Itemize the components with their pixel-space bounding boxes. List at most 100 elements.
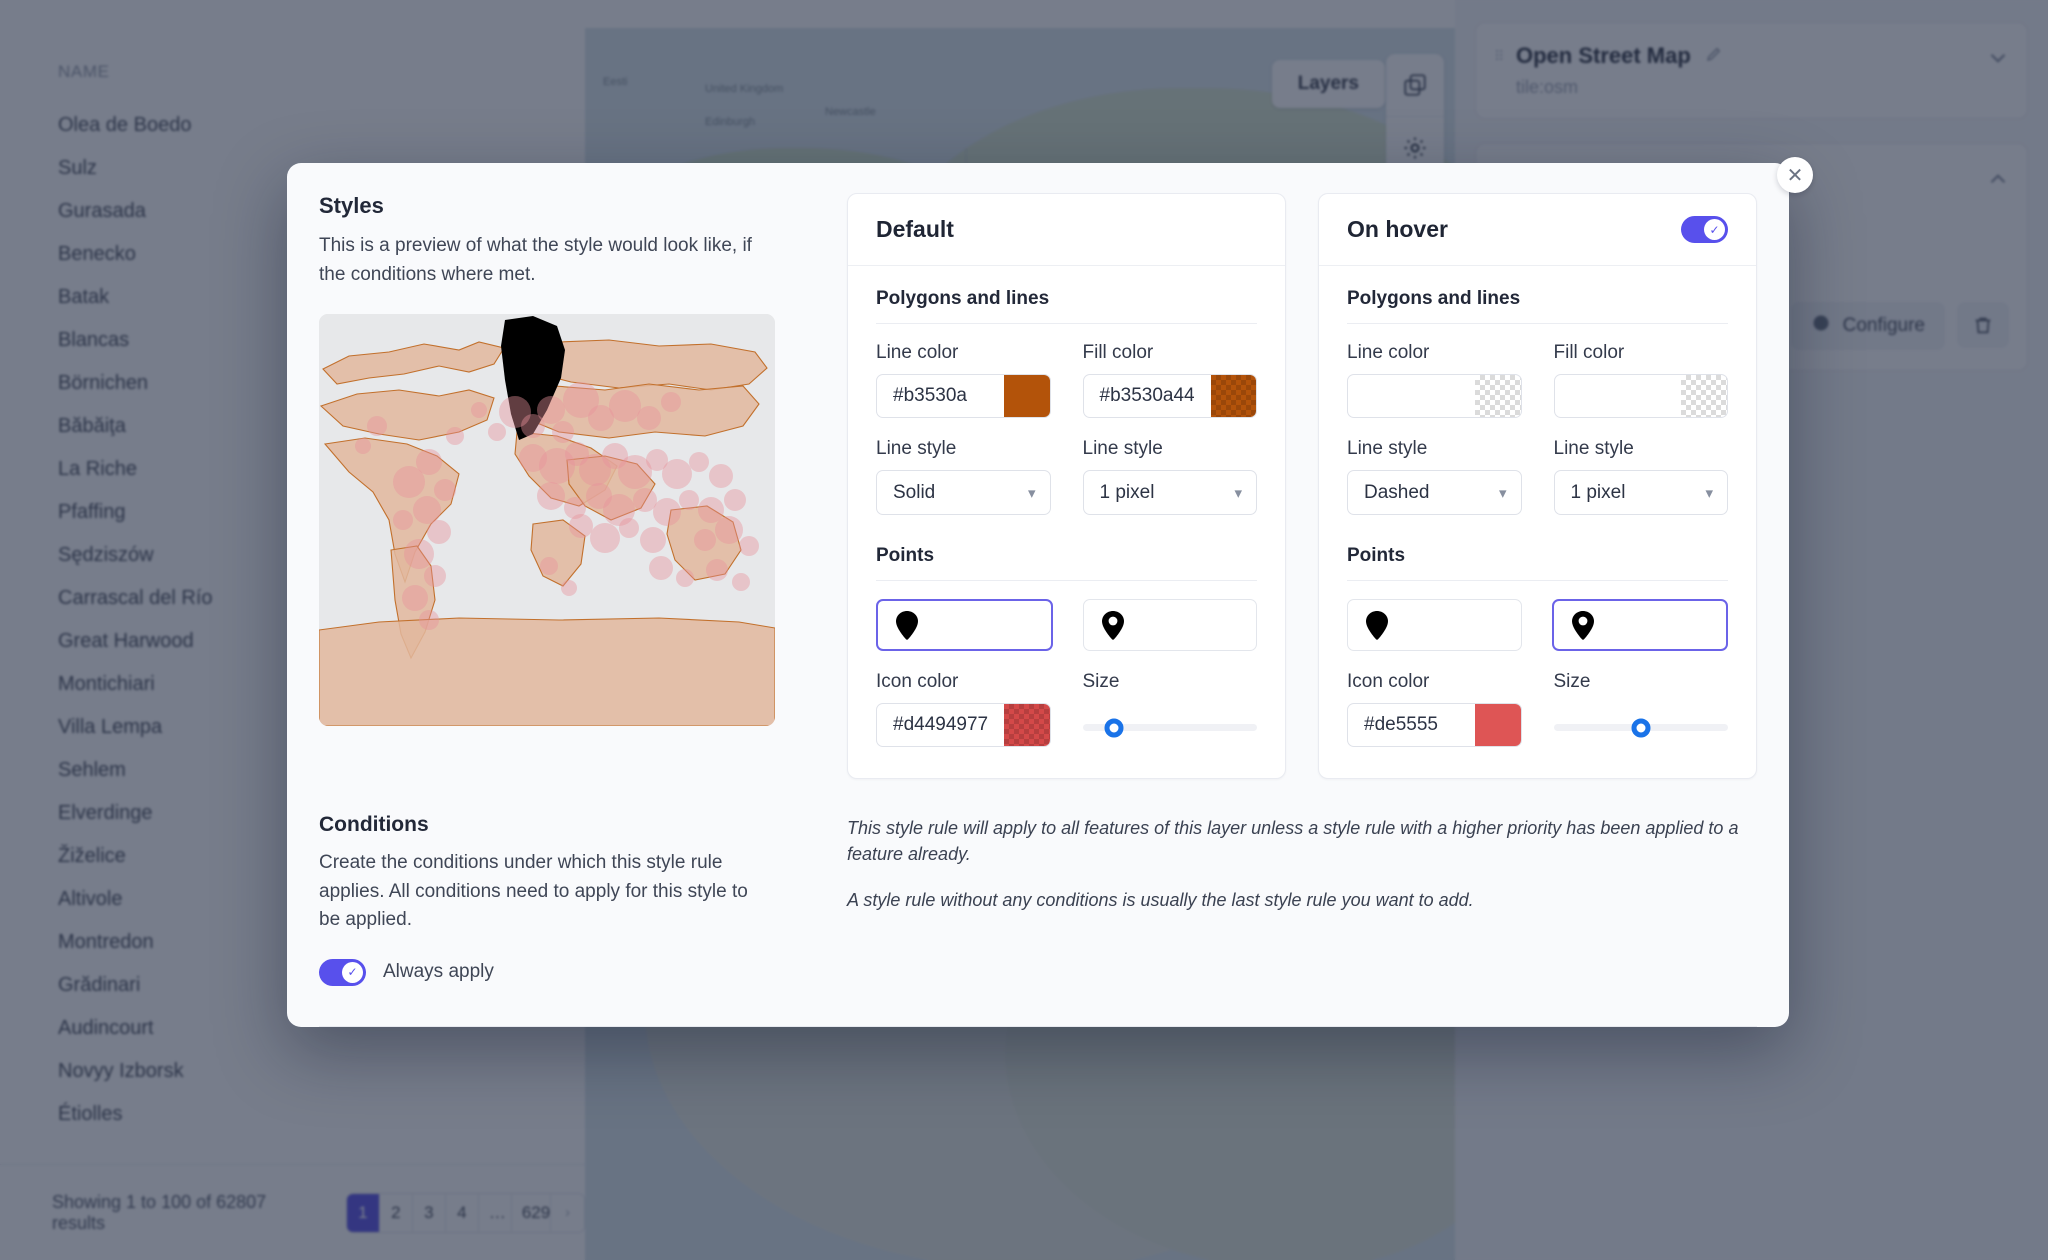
- points-section-label: Points: [876, 545, 935, 566]
- styles-column: Styles This is a preview of what the sty…: [319, 193, 815, 779]
- line-width-value: 1 pixel: [1099, 481, 1155, 503]
- line-style-fields-row: Line style Solid ▾ Line style 1 pixel ▾: [876, 438, 1257, 515]
- section-divider: [1347, 323, 1728, 324]
- line-width-label: Line style: [1082, 438, 1163, 459]
- line-color-field: Line color: [1347, 342, 1522, 418]
- toggle-knob-check-icon: ✓: [342, 961, 363, 983]
- style-rule-modal: Styles This is a preview of what the sty…: [287, 163, 1789, 1027]
- pin-filled-icon: [1366, 611, 1388, 640]
- panel-body: Polygons and lines Line color Fill color Li…: [1319, 266, 1756, 778]
- size-field: Size: [1082, 671, 1257, 748]
- line-width-field: Line style 1 pixel ▾: [1082, 438, 1257, 515]
- icon-color-field: Icon color #d4494977: [876, 671, 1051, 748]
- icon-color-size-row: Icon color #d4494977 Size: [876, 671, 1257, 748]
- panel-enable-toggle[interactable]: ✓: [1681, 216, 1728, 243]
- line-color-swatch[interactable]: [1003, 375, 1050, 417]
- fill-color-field: Fill color #b3530a44: [1082, 342, 1257, 418]
- fill-color-swatch[interactable]: [1681, 375, 1727, 417]
- size-slider-knob[interactable]: [1104, 718, 1124, 737]
- line-style-select[interactable]: Solid ▾: [876, 470, 1051, 515]
- chevron-down-icon: ▾: [1234, 484, 1242, 502]
- line-style-label: Line style: [1347, 438, 1428, 459]
- conditions-notes: This style rule will apply to all featur…: [847, 813, 1757, 986]
- panel-header: Default: [848, 194, 1285, 266]
- point-icon-option-pin-hole[interactable]: [1551, 599, 1728, 651]
- fill-color-field: Fill color: [1553, 342, 1728, 418]
- fill-color-value[interactable]: [1555, 375, 1682, 417]
- icon-color-value[interactable]: #d4494977: [877, 704, 1004, 746]
- line-width-select[interactable]: 1 pixel ▾: [1082, 470, 1257, 515]
- conditions-description: Create the conditions under which this s…: [319, 852, 748, 930]
- fill-color-swatch[interactable]: [1210, 375, 1257, 417]
- panel-title: Default: [876, 216, 954, 242]
- conditions-section: Conditions Create the conditions under w…: [287, 779, 1789, 986]
- line-color-label: Line color: [1347, 342, 1430, 363]
- panel-header: On hover ✓: [1319, 194, 1756, 266]
- line-width-label: Line style: [1553, 438, 1634, 459]
- style-panel-hover: On hover ✓ Polygons and lines Line color Fil…: [1318, 193, 1757, 779]
- color-fields-row: Line color Fill color: [1347, 342, 1728, 418]
- line-color-input[interactable]: [1347, 374, 1522, 418]
- size-slider-wrap[interactable]: [1082, 703, 1257, 748]
- line-style-field: Line style Solid ▾: [876, 438, 1051, 515]
- icon-color-input[interactable]: #d4494977: [876, 703, 1051, 747]
- preview-map-svg: [319, 314, 775, 726]
- icon-color-field: Icon color #de5555: [1347, 671, 1522, 748]
- pin-filled-icon: [896, 611, 918, 640]
- polygons-section-label: Polygons and lines: [1347, 288, 1521, 309]
- pin-hole-icon: [1571, 611, 1594, 640]
- line-style-field: Line style Dashed ▾: [1347, 438, 1522, 515]
- point-icon-option-pin-filled[interactable]: [1347, 599, 1522, 651]
- chevron-down-icon: ▾: [1027, 484, 1036, 502]
- line-color-value[interactable]: [1348, 375, 1475, 417]
- icon-color-swatch[interactable]: [1004, 704, 1050, 746]
- app-root: NAME Olea de BoedoSulzGurasadaBeneckoBat…: [0, 0, 2048, 1260]
- line-style-fields-row: Line style Dashed ▾ Line style 1 pixel ▾: [1347, 438, 1728, 515]
- always-apply-label: Always apply: [383, 961, 494, 982]
- panel-title: On hover: [1347, 216, 1448, 242]
- line-color-input[interactable]: #b3530a: [876, 374, 1051, 418]
- color-fields-row: Line color #b3530a Fill color #b3530a44: [876, 342, 1257, 418]
- line-color-field: Line color #b3530a: [876, 342, 1051, 418]
- size-label: Size: [1082, 671, 1120, 692]
- style-panel-default: Default Polygons and lines Line color #b353…: [847, 193, 1286, 779]
- icon-color-swatch[interactable]: [1474, 704, 1521, 746]
- fill-color-label: Fill color: [1082, 342, 1154, 363]
- chevron-down-icon: ▾: [1705, 484, 1713, 502]
- icon-color-size-row: Icon color #de5555 Size: [1347, 671, 1728, 748]
- line-color-value[interactable]: #b3530a: [877, 375, 1004, 417]
- point-icon-option-pin-hole[interactable]: [1082, 599, 1257, 651]
- line-width-value: 1 pixel: [1570, 481, 1626, 503]
- always-apply-row[interactable]: ✓ Always apply: [319, 958, 815, 986]
- line-color-swatch[interactable]: [1474, 375, 1521, 417]
- icon-color-value[interactable]: #de5555: [1348, 704, 1475, 746]
- icon-color-input[interactable]: #de5555: [1347, 703, 1522, 747]
- always-apply-toggle[interactable]: ✓: [319, 958, 366, 986]
- styles-description: This is a preview of what the style woul…: [319, 235, 752, 285]
- conditions-title: Conditions: [319, 813, 429, 836]
- styles-title: Styles: [319, 193, 384, 218]
- line-style-value: Solid: [893, 481, 936, 503]
- size-slider-wrap[interactable]: [1553, 703, 1728, 748]
- line-style-value: Dashed: [1364, 481, 1430, 503]
- point-icon-option-pin-filled[interactable]: [876, 599, 1053, 651]
- fill-color-value[interactable]: #b3530a44: [1084, 375, 1211, 417]
- line-color-label: Line color: [876, 342, 959, 363]
- fill-color-input[interactable]: #b3530a44: [1082, 374, 1257, 418]
- line-width-select[interactable]: 1 pixel ▾: [1553, 470, 1728, 515]
- line-style-select[interactable]: Dashed ▾: [1347, 470, 1522, 515]
- pin-hole-icon: [1101, 611, 1124, 640]
- points-section-label: Points: [1347, 545, 1406, 566]
- size-slider[interactable]: [1553, 718, 1728, 737]
- conditions-left: Conditions Create the conditions under w…: [319, 813, 815, 986]
- section-divider: [876, 323, 1257, 324]
- fill-color-input[interactable]: [1553, 374, 1728, 418]
- size-label: Size: [1553, 671, 1591, 692]
- close-icon[interactable]: ✕: [1777, 157, 1813, 193]
- icon-color-label: Icon color: [876, 671, 959, 692]
- conditions-note-2: A style rule without any conditions is u…: [847, 890, 1474, 911]
- size-slider-knob[interactable]: [1631, 718, 1651, 737]
- size-slider[interactable]: [1082, 718, 1257, 737]
- modal-footer: Cancel Save: [287, 1027, 1789, 1028]
- line-style-label: Line style: [876, 438, 957, 459]
